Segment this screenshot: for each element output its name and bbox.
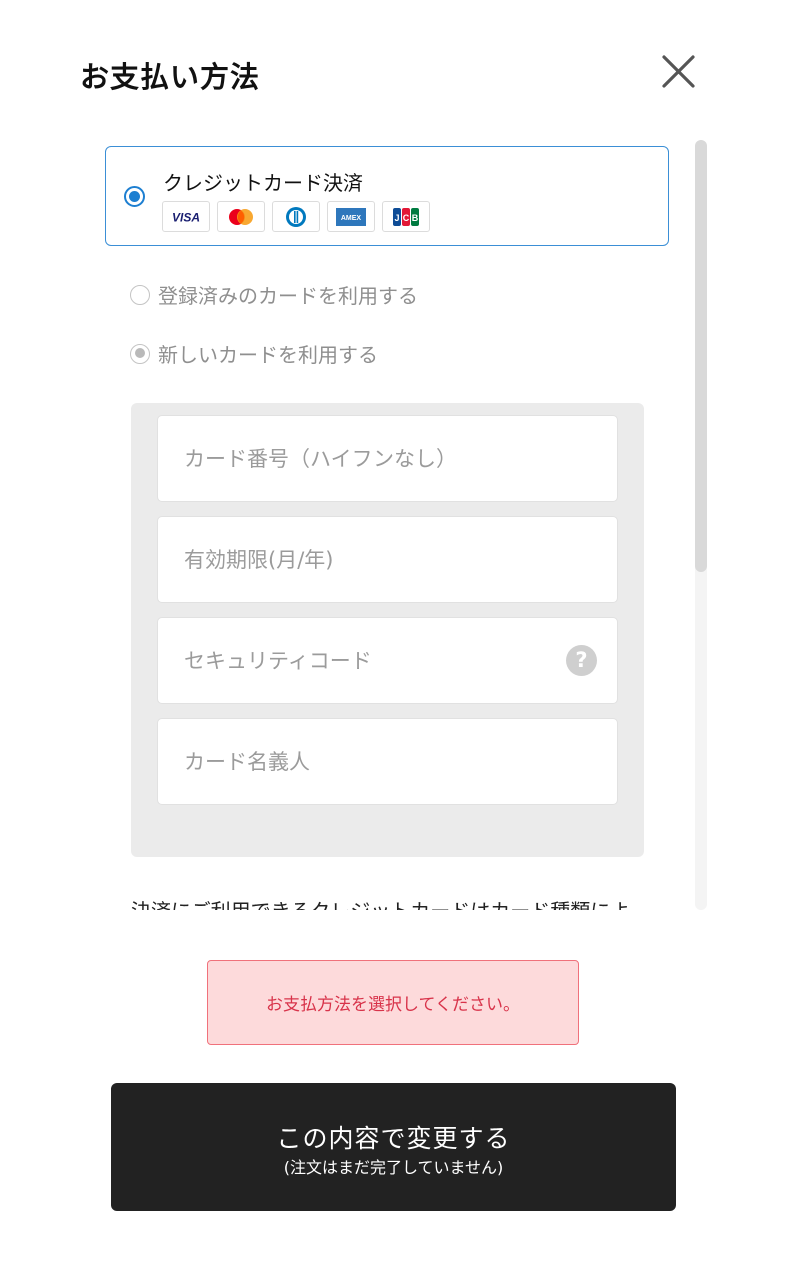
security-code-field: ? xyxy=(157,617,618,704)
credit-card-method-option[interactable]: クレジットカード決済 VISA AMEX J C B xyxy=(105,146,669,246)
card-form-panel: ? xyxy=(131,403,644,857)
credit-card-method-label: クレジットカード決済 xyxy=(163,171,363,195)
submit-button-label: この内容で変更する xyxy=(276,1124,511,1153)
modal-title: お支払い方法 xyxy=(80,60,261,94)
registered-card-radio[interactable] xyxy=(130,284,150,305)
scrollbar-thumb[interactable] xyxy=(695,140,707,572)
help-icon[interactable]: ? xyxy=(566,645,597,676)
security-code-input[interactable] xyxy=(158,618,617,703)
svg-text:AMEX: AMEX xyxy=(341,215,362,222)
card-holder-field xyxy=(157,718,618,805)
card-number-field xyxy=(157,415,618,502)
close-button[interactable] xyxy=(656,50,700,94)
card-usage-note: 決済にご利用できるクレジットカードはカード種類によ xyxy=(131,895,630,910)
new-card-label: 新しいカードを利用する xyxy=(158,343,378,367)
expiry-field xyxy=(157,516,618,603)
jcb-icon: J C B xyxy=(382,201,430,232)
svg-text:C: C xyxy=(403,213,410,223)
registered-card-option[interactable]: 登録済みのカードを利用する xyxy=(130,280,418,309)
close-icon xyxy=(662,55,695,88)
card-holder-input[interactable] xyxy=(158,719,617,804)
visa-icon: VISA xyxy=(162,201,210,232)
error-message: お支払方法を選択してください。 xyxy=(207,960,579,1045)
payment-scroll-area[interactable]: クレジットカード決済 VISA AMEX J C B 登録済みのカードを利用する… xyxy=(0,130,792,910)
diners-club-icon xyxy=(272,201,320,232)
expiry-input[interactable] xyxy=(158,517,617,602)
svg-text:J: J xyxy=(394,213,399,223)
credit-card-radio[interactable] xyxy=(124,186,145,207)
radio-dot xyxy=(129,191,140,202)
amex-icon: AMEX xyxy=(327,201,375,232)
scrollbar[interactable] xyxy=(695,140,707,910)
card-brand-list: VISA AMEX J C B xyxy=(162,201,430,232)
card-number-input[interactable] xyxy=(158,416,617,501)
submit-button-sublabel: (注文はまだ完了していません) xyxy=(283,1158,504,1177)
new-card-radio[interactable] xyxy=(130,343,150,364)
radio-dot xyxy=(134,348,145,358)
new-card-option[interactable]: 新しいカードを利用する xyxy=(130,339,378,368)
registered-card-label: 登録済みのカードを利用する xyxy=(158,284,418,308)
svg-text:B: B xyxy=(412,213,419,223)
mastercard-icon xyxy=(217,201,265,232)
svg-text:VISA: VISA xyxy=(172,210,200,224)
submit-change-button[interactable]: この内容で変更する (注文はまだ完了していません) xyxy=(111,1083,676,1211)
